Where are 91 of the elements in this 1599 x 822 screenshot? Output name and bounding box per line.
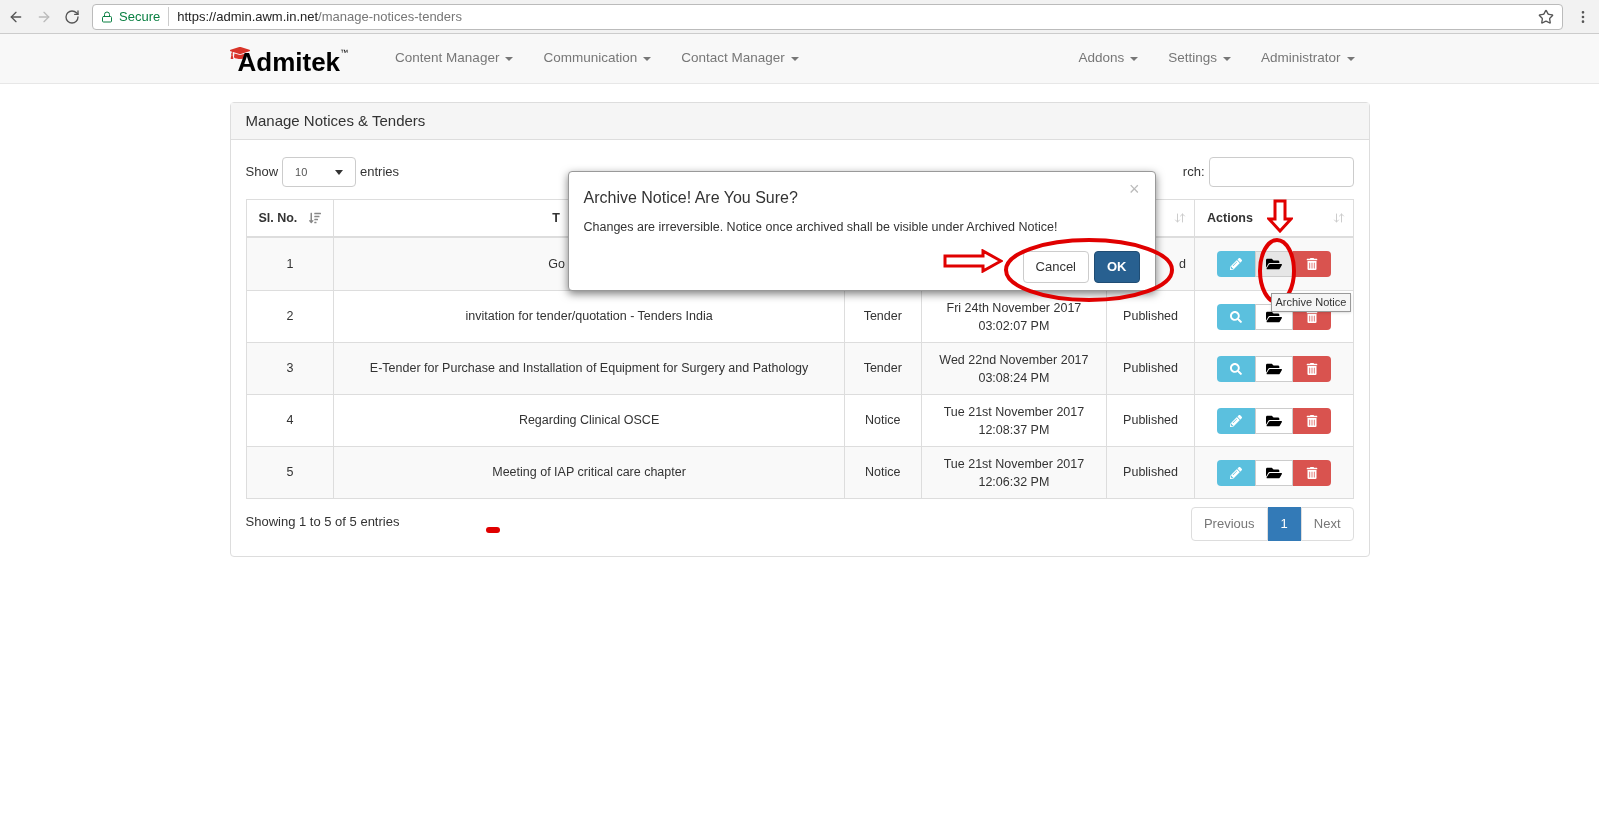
page-link[interactable]: 1 (1267, 507, 1301, 541)
secure-label: Secure (119, 6, 170, 27)
trash-icon (1305, 414, 1318, 427)
serial-cell-text: 1 (286, 255, 294, 273)
search-icon (1229, 362, 1242, 375)
caret-icon (1346, 56, 1355, 61)
address-bar[interactable]: Secure https://admin.awm.in.net/manage-notices-tenders (92, 3, 1563, 30)
entries-select[interactable]: 10 (282, 157, 357, 187)
caret-icon (1130, 56, 1139, 61)
delete-button[interactable] (1292, 459, 1331, 486)
caret-icon (643, 56, 652, 61)
trash-icon (1305, 310, 1318, 323)
nav-menu-item[interactable]: Communication (528, 48, 667, 69)
status-cell-text: Published (1123, 360, 1178, 378)
entries-label: entries (360, 163, 400, 182)
dropdown-caret-icon (335, 169, 344, 175)
type-cell-text: Notice (865, 412, 901, 430)
bookmark-star-icon[interactable] (1538, 8, 1554, 25)
page-link[interactable]: Previous (1190, 507, 1268, 541)
column-label: T (552, 209, 560, 227)
serial-cell-text: 3 (286, 360, 294, 378)
trash-icon (1305, 362, 1318, 375)
url-path: /manage-notices-tenders (318, 7, 462, 26)
type-cell-text: Tender (863, 360, 902, 378)
caret-icon (790, 56, 799, 61)
column-label: Sl. No. (258, 209, 298, 227)
time-cell-text: 03:02:07 PM (978, 317, 1050, 335)
dialog-message: Changes are irreversible. Notice once archived shall be visible under Archived Notice! (583, 219, 1059, 236)
panel-title: Manage Notices & Tenders (245, 110, 426, 131)
nav-menu-item[interactable]: Content Manager (380, 48, 529, 69)
dialog-title: Archive Notice! Are You Sure? (583, 188, 798, 208)
cancel-button[interactable]: Cancel (1022, 250, 1089, 283)
entries-info: Showing 1 to 5 of 5 entries (245, 513, 400, 531)
time-cell-text: 12:08:37 PM (978, 421, 1050, 439)
serial-cell-text: 2 (286, 308, 294, 326)
delete-button[interactable] (1292, 407, 1331, 434)
column-header[interactable]: Actions (1195, 200, 1353, 236)
status-cell-text: Published (1123, 464, 1178, 482)
show-label: Show (245, 163, 279, 182)
delete-button[interactable] (1292, 355, 1331, 382)
pencil-icon (1229, 466, 1242, 479)
delete-button[interactable] (1292, 251, 1331, 277)
status-cell-text: Published (1123, 308, 1178, 326)
status-cell-text: Published (1123, 412, 1178, 430)
dash-mark (485, 527, 500, 533)
serial-cell-text: 5 (286, 464, 294, 482)
time-cell-text: 12:06:32 PM (978, 473, 1050, 491)
caret-icon (505, 56, 514, 61)
pencil-icon (1229, 414, 1242, 427)
caret-icon (1222, 56, 1231, 61)
title-cell-text: Meeting of IAP critical care chapter (492, 464, 686, 482)
serial-cell-text: 4 (286, 412, 294, 430)
trash-icon (1305, 466, 1318, 479)
type-cell-text: Tender (863, 308, 902, 326)
title-cell-text: invitation for tender/quotation - Tenders India (465, 308, 713, 326)
title-cell-text: Go (548, 255, 565, 273)
archive-button[interactable] (1254, 459, 1293, 486)
lock-icon (101, 10, 113, 23)
page-link[interactable]: Next (1300, 507, 1354, 541)
right-arrow-annotation (942, 249, 1003, 273)
logo[interactable]: Admitek (237, 48, 341, 75)
pencil-icon (1229, 258, 1242, 270)
date-cell-text: Tue 21st November 2017 (943, 455, 1085, 473)
nav-menu-item[interactable]: Addons (1063, 48, 1154, 69)
status-cell-text: d (1179, 255, 1187, 273)
reload-icon[interactable] (64, 8, 80, 25)
time-cell-text: 03:08:24 PM (978, 369, 1050, 387)
column-header[interactable]: Sl. No. (246, 200, 335, 236)
date-cell-text: Wed 22nd November 2017 (939, 351, 1089, 369)
date-cell-text: Fri 24th November 2017 (946, 299, 1082, 317)
nav-menu-item[interactable]: Contact Manager (666, 48, 814, 69)
nav-menu-item[interactable]: Settings (1153, 48, 1246, 69)
ok-button[interactable]: OK (1094, 250, 1140, 283)
archive-button[interactable] (1254, 407, 1293, 434)
tooltip: Archive Notice (1270, 293, 1352, 312)
trash-icon (1305, 258, 1318, 270)
date-cell-text: Tue 21st November 2017 (943, 403, 1085, 421)
type-cell-text: Notice (865, 464, 901, 482)
archive-button[interactable] (1254, 355, 1293, 382)
column-label: Actions (1207, 209, 1253, 227)
folder-icon (1265, 256, 1282, 272)
title-cell-text: Regarding Clinical OSCE (518, 412, 660, 430)
title-cell-text: E-Tender for Purchase and Installation of Equipment for Surgery and Pathology (369, 360, 809, 378)
url-host: https://admin.awm.in.net (177, 7, 319, 26)
trademark-mark: ™ (340, 46, 349, 59)
search-field[interactable] (1208, 157, 1354, 187)
search-icon (1229, 310, 1242, 323)
search-label: rch: (1182, 163, 1205, 182)
down-arrow-annotation (1266, 199, 1293, 233)
sort-icon[interactable] (309, 212, 322, 224)
nav-menu-item[interactable]: Administrator (1245, 48, 1370, 69)
